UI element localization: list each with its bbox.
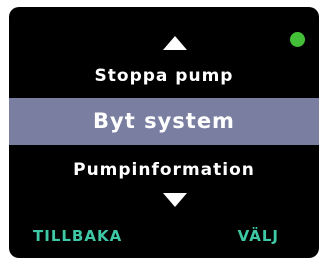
select-softkey[interactable]: VÄLJ [238, 226, 279, 246]
menu-item-previous[interactable]: Stoppa pump [9, 65, 319, 87]
scroll-down-arrow-icon[interactable] [163, 193, 187, 207]
pump-screen: Stoppa pump Byt system Pumpinformation T… [9, 7, 319, 258]
menu-item-next[interactable]: Pumpinformation [9, 159, 319, 181]
scroll-up-arrow-icon[interactable] [163, 36, 187, 50]
back-softkey[interactable]: TILLBAKA [33, 226, 122, 246]
status-indicator-icon [290, 32, 305, 47]
menu-item-selected[interactable]: Byt system [9, 98, 319, 145]
